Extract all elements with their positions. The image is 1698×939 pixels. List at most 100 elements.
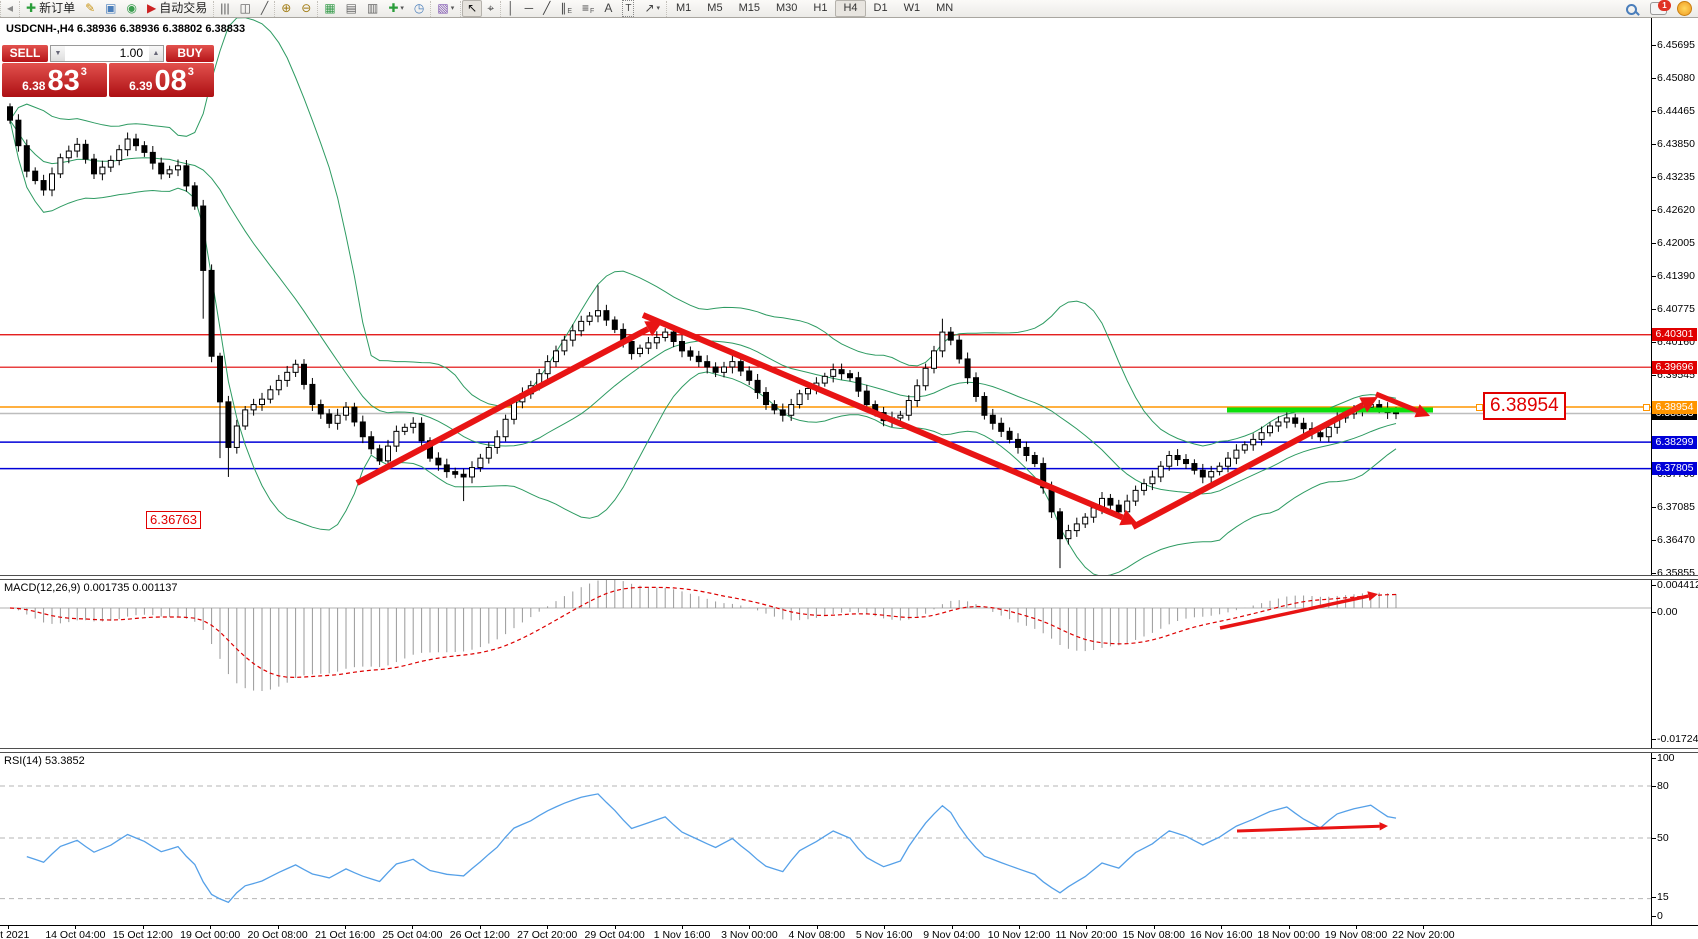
volume-decrease-button[interactable]: ▼	[51, 46, 65, 61]
styler-icon: ✎	[85, 1, 95, 16]
time-axis-label: 21 Oct 16:00	[315, 929, 375, 939]
price-label-level[interactable]: 6.38954	[1483, 392, 1566, 420]
toolbar-group: │─╱∥E≡F AT ↗▾	[500, 1, 666, 17]
macd-indicator-label: MACD(12,26,9) 0.001735 0.001137	[4, 582, 177, 594]
toolbar-group: ▧▾	[430, 1, 460, 17]
volume-stepper[interactable]: ▼ 1.00 ▲	[50, 45, 164, 62]
vertical-line-icon[interactable]: │	[502, 0, 520, 17]
price-badge: 6.39696	[1652, 361, 1697, 374]
timeframe-m15[interactable]: M15	[731, 0, 768, 17]
timeframe-h4[interactable]: H4	[835, 0, 865, 17]
new-chart-icon[interactable]: ✚▾	[383, 0, 409, 17]
zoom-out-icon[interactable]: ⊖	[296, 0, 316, 17]
fibonacci-icon: ≡	[582, 1, 589, 16]
timeframe-w1[interactable]: W1	[896, 0, 929, 17]
trend-arrow[interactable]	[1220, 596, 1368, 628]
timeframe-m5[interactable]: M5	[699, 0, 730, 17]
equidistant-channel-icon: ∥	[560, 1, 566, 16]
trendline-icon[interactable]: ╱	[538, 0, 555, 17]
rsi-axis-label: 80	[1657, 780, 1697, 792]
new-order-button-label: 新订单	[39, 1, 75, 16]
time-axis-label: 10 Nov 12:00	[988, 929, 1050, 939]
time-axis-label: 15 Oct 12:00	[113, 929, 173, 939]
price-badge: 6.38299	[1652, 436, 1697, 449]
fibonacci-icon[interactable]: ≡F	[577, 0, 599, 17]
chart-window-icon[interactable]: ◂	[2, 0, 18, 17]
timeframe-group: M1M5M15M30H1H4D1W1MN	[666, 1, 962, 17]
volume-value[interactable]: 1.00	[65, 46, 149, 61]
new-order-button: ✚	[26, 1, 36, 16]
timeframe-mn[interactable]: MN	[928, 0, 961, 17]
time-axis-label: Oct 2021	[0, 929, 29, 939]
timeframe-d1[interactable]: D1	[866, 0, 896, 17]
price-axis-label: 6.45695	[1657, 39, 1697, 51]
notifications-chat-icon[interactable]: 1	[1650, 2, 1667, 15]
horizontal-line-icon[interactable]: ─	[520, 0, 539, 17]
market-watch-icon[interactable]: ▣	[100, 0, 121, 17]
candles-chart-icon[interactable]: ◫	[235, 0, 256, 17]
buy-price-sup: 3	[188, 66, 194, 78]
chart-canvas[interactable]: USDCNH-,H4 6.38936 6.38936 6.38802 6.388…	[0, 17, 1698, 939]
main-pane	[0, 18, 1651, 577]
timeframe-m1[interactable]: M1	[668, 0, 699, 17]
toolbar-group: |||◫╱	[213, 1, 274, 17]
text-label-icon: T	[622, 0, 634, 17]
line-anchor-handle[interactable]	[1476, 404, 1483, 411]
sell-price[interactable]: 6.38 83 3	[2, 63, 107, 97]
trend-arrow[interactable]	[357, 329, 648, 483]
crosshair-icon[interactable]: ⌖	[482, 0, 499, 17]
price-label-low[interactable]: 6.36763	[146, 511, 201, 529]
line-chart-icon[interactable]: ╱	[256, 0, 273, 17]
text-label-icon[interactable]: T	[617, 0, 639, 17]
signals-icon[interactable]: ◉	[122, 0, 142, 17]
volume-increase-button[interactable]: ▲	[149, 46, 163, 61]
timeframe-m30[interactable]: M30	[768, 0, 805, 17]
arrange-horizontal-icon: ▤	[346, 1, 357, 16]
time-axis-label: 26 Oct 12:00	[450, 929, 510, 939]
cursor-icon[interactable]: ↖	[462, 0, 482, 17]
styler-icon[interactable]: ✎	[80, 0, 100, 17]
buy-button[interactable]: BUY	[166, 45, 214, 62]
timeframe-h1[interactable]: H1	[805, 0, 835, 17]
sell-button[interactable]: SELL	[2, 45, 48, 62]
tile-windows-icon: ▦	[324, 1, 335, 16]
rsi-axis-label: 100	[1657, 752, 1697, 764]
new-chart-icon: ✚	[388, 1, 398, 16]
bollinger-middle-band	[10, 120, 1396, 494]
time-axis-label: 1 Nov 16:00	[654, 929, 711, 939]
macd-pane-splitter[interactable]	[0, 575, 1698, 580]
text-icon[interactable]: A	[599, 0, 617, 17]
arrow-shapes-icon[interactable]: ↗▾	[639, 0, 665, 17]
search-icon[interactable]	[1626, 4, 1636, 14]
time-axis-label: 16 Nov 16:00	[1190, 929, 1252, 939]
arrange-horizontal-icon[interactable]: ▤	[341, 0, 362, 17]
price-badge: 6.40301	[1652, 328, 1697, 341]
symbol-ohlc-line: USDCNH-,H4 6.38936 6.38936 6.38802 6.388…	[6, 23, 245, 35]
arrow-shapes-icon: ↗	[644, 1, 654, 16]
equidistant-channel-icon[interactable]: ∥E	[555, 0, 577, 17]
autoscroll-clock-icon[interactable]: ◷	[409, 0, 429, 17]
text-icon: A	[604, 1, 612, 16]
rsi-axis-label: 50	[1657, 832, 1697, 844]
rsi-pane-splitter[interactable]	[0, 748, 1698, 753]
time-axis-label: 4 Nov 08:00	[788, 929, 845, 939]
templates-icon[interactable]: ▧▾	[432, 0, 459, 17]
tile-windows-icon[interactable]: ▦	[319, 0, 340, 17]
one-click-trading-panel: SELL ▼ 1.00 ▲ BUY 6.38 83 3 6.39 08 3	[2, 45, 214, 97]
line-anchor-handle[interactable]	[1643, 404, 1650, 411]
zoom-in-icon: ⊕	[281, 1, 291, 16]
trend-arrow[interactable]	[1237, 826, 1380, 831]
buy-price[interactable]: 6.39 08 3	[109, 63, 214, 97]
toolbar-group: ◂	[0, 1, 19, 17]
zoom-in-icon[interactable]: ⊕	[276, 0, 296, 17]
arrange-vertical-icon[interactable]: ▥	[362, 0, 383, 17]
price-axis-label: 6.37085	[1657, 501, 1697, 513]
community-icon[interactable]	[1677, 1, 1692, 16]
bars-chart-icon[interactable]: |||	[215, 0, 234, 17]
price-badge: 6.38954	[1652, 401, 1697, 414]
autotrading-button[interactable]: ▶自动交易	[142, 0, 212, 17]
price-axis-label: 6.43235	[1657, 171, 1697, 183]
new-order-button[interactable]: ✚新订单	[21, 0, 80, 17]
trend-arrow[interactable]	[643, 315, 1123, 517]
macd-pane	[0, 579, 1651, 691]
